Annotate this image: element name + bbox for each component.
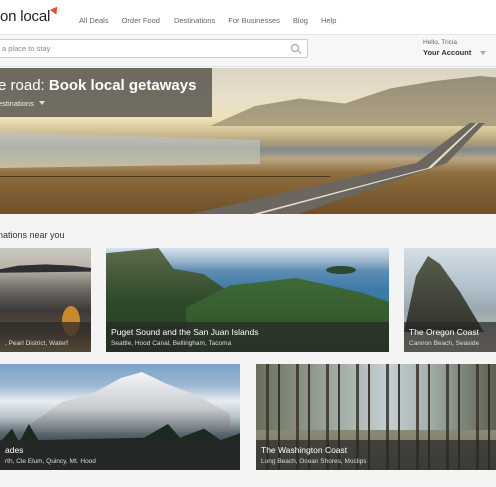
destinations-dropdown[interactable]: estinations	[0, 99, 45, 108]
search-box	[0, 39, 308, 58]
card-subtitle: Cannon Beach, Seaside	[409, 340, 480, 347]
nav-for-businesses[interactable]: For Businesses	[228, 16, 280, 25]
destination-card-puget-sound[interactable]: Puget Sound and the San Juan Islands Sea…	[106, 248, 389, 352]
card-title: The Oregon Coast	[409, 327, 479, 337]
hero-road-line	[218, 123, 479, 214]
chevron-down-icon	[38, 101, 45, 105]
logo-mark-icon	[50, 6, 61, 17]
hero-panel: e road: Book local getaways estinations	[0, 68, 212, 117]
hero-banner: e road: Book local getaways estinations	[0, 68, 496, 214]
card-subtitle: rth, Cle Elum, Quincy, Mt. Hood	[5, 458, 96, 465]
island-image	[326, 266, 356, 274]
search-input[interactable]	[2, 44, 282, 53]
nav-blog[interactable]: Blog	[293, 16, 308, 25]
card-caption: Puget Sound and the San Juan Islands Sea…	[106, 322, 389, 352]
destination-card-portland[interactable]: , Pearl District, Waterf	[0, 248, 91, 352]
hero-mountains	[210, 76, 496, 126]
top-bar: on local All Deals Order Food Destinatio…	[0, 0, 496, 34]
account-menu[interactable]: Hello, Tricia Your Account	[423, 39, 471, 57]
nav-destinations[interactable]: Destinations	[174, 16, 215, 25]
hero-title-bold: Book local getaways	[48, 77, 197, 94]
nav-help[interactable]: Help	[321, 16, 336, 25]
hero-title: e road: Book local getaways	[0, 77, 196, 94]
hero-sea	[0, 132, 260, 168]
card-subtitle: , Pearl District, Waterf	[5, 340, 68, 347]
account-label[interactable]: Your Account	[423, 48, 471, 57]
mountain-image	[20, 372, 230, 432]
card-subtitle: Long Beach, Ocean Shores, Moclips	[261, 458, 367, 465]
search-bar-row: Hello, Tricia Your Account	[0, 34, 496, 67]
logo-text: on local	[0, 8, 51, 25]
search-icon[interactable]	[291, 44, 299, 52]
card-caption: ades rth, Cle Elum, Quincy, Mt. Hood	[0, 440, 240, 470]
main-nav: All Deals Order Food Destinations For Bu…	[79, 16, 349, 25]
hero-fence	[0, 176, 330, 177]
nav-all-deals[interactable]: All Deals	[79, 16, 109, 25]
card-caption: The Washington Coast Long Beach, Ocean S…	[256, 440, 496, 470]
card-title: The Washington Coast	[261, 445, 348, 455]
card-subtitle: Seattle, Hood Canal, Bellingham, Tacoma	[111, 340, 232, 347]
section-title: nations near you	[0, 230, 65, 240]
destinations-dropdown-label: estinations	[0, 99, 34, 108]
hero-title-prefix: e road:	[0, 77, 49, 94]
card-title: Puget Sound and the San Juan Islands	[111, 327, 259, 337]
bridge-image	[0, 264, 91, 273]
card-title: ades	[5, 445, 24, 455]
nav-order-food[interactable]: Order Food	[122, 16, 160, 25]
haystack-rock-image	[404, 256, 484, 332]
card-caption: The Oregon Coast Cannon Beach, Seaside	[404, 322, 496, 352]
site-logo[interactable]: on local	[0, 6, 61, 25]
account-greeting: Hello, Tricia	[423, 39, 457, 46]
card-caption: , Pearl District, Waterf	[0, 322, 91, 352]
destination-card-cascades[interactable]: ades rth, Cle Elum, Quincy, Mt. Hood	[0, 364, 240, 470]
destination-card-washington-coast[interactable]: The Washington Coast Long Beach, Ocean S…	[256, 364, 496, 470]
chevron-down-icon[interactable]	[480, 51, 486, 55]
destination-card-oregon-coast[interactable]: The Oregon Coast Cannon Beach, Seaside	[404, 248, 496, 352]
